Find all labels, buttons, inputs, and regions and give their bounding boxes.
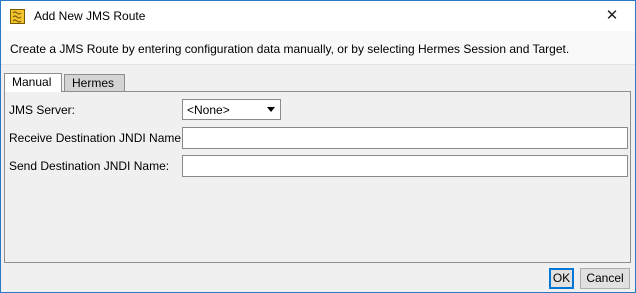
close-icon[interactable]: ✕ (601, 6, 623, 26)
jms-server-label: JMS Server: (9, 103, 76, 117)
manual-tab-panel (4, 91, 631, 263)
window-title: Add New JMS Route (34, 9, 146, 23)
jms-server-value: <None> (187, 103, 230, 117)
receive-destination-input[interactable] (182, 127, 628, 149)
description-banner: Create a JMS Route by entering configura… (1, 31, 635, 65)
chevron-down-icon (267, 107, 275, 112)
tab-manual[interactable]: Manual (4, 73, 62, 92)
cancel-button[interactable]: Cancel (580, 268, 630, 289)
app-icon (10, 9, 25, 24)
dialog-window: Add New JMS Route ✕ Create a JMS Route b… (0, 0, 636, 293)
ok-button[interactable]: OK (549, 268, 574, 289)
send-destination-label: Send Destination JNDI Name: (9, 159, 170, 173)
send-destination-input[interactable] (182, 155, 628, 177)
receive-destination-label: Receive Destination JNDI Name: (9, 131, 185, 145)
tab-hermes[interactable]: Hermes (64, 74, 125, 91)
banner-text: Create a JMS Route by entering configura… (10, 42, 570, 56)
title-bar: Add New JMS Route ✕ (1, 1, 635, 31)
jms-server-select[interactable]: <None> (182, 99, 281, 120)
